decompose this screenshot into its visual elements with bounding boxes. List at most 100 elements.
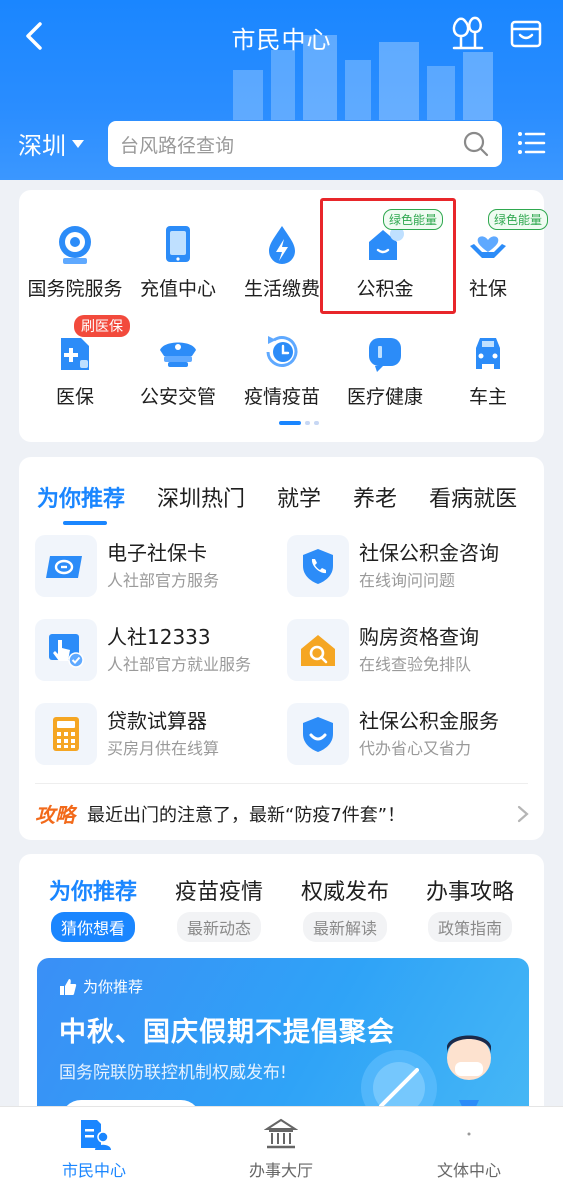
highlight-annotation-box — [320, 198, 456, 314]
car-icon — [476, 338, 500, 369]
banner-tag-text: 为你推荐 — [83, 978, 144, 996]
rec-item-e-social-card[interactable]: 电子社保卡 人社部官方服务 — [35, 535, 285, 603]
rec-title: 购房资格查询 — [359, 625, 479, 649]
green-tree-icon[interactable] — [448, 14, 488, 54]
news-tab-guide[interactable]: 办事攻略 政策指南 — [405, 874, 535, 942]
news-tab-authority[interactable]: 权威发布 最新解读 — [280, 874, 410, 942]
swipe-insurance-badge: 刷医保 — [74, 315, 130, 337]
news-tab-subtitle: 政策指南 — [427, 912, 512, 942]
recommend-card: 为你推荐 深圳热门 就学 养老 看病就医 电子社保卡 人社部官方服务 社保公积金… — [19, 457, 544, 840]
rec-title: 人社12333 — [107, 625, 211, 649]
city-selector[interactable]: 深圳 — [18, 126, 84, 161]
house-search-icon — [301, 635, 335, 666]
water-drop-bolt-icon — [269, 226, 295, 264]
rec-subtitle: 人社部官方服务 — [107, 571, 220, 590]
service-label: 公安交管 — [139, 386, 216, 408]
rec-item-fund-service[interactable]: 社保公积金服务 代办省心又省力 — [287, 703, 537, 771]
card-pack-icon[interactable] — [508, 16, 544, 52]
tablet-icon — [166, 226, 190, 262]
rec-item-fund-consult[interactable]: 社保公积金咨询 在线询问问题 — [287, 535, 537, 603]
page-dot-active — [279, 421, 301, 425]
service-label: 国务院服务 — [27, 278, 123, 300]
rec-title: 社保公积金服务 — [359, 709, 499, 733]
rec-subtitle: 人社部官方就业服务 — [107, 655, 252, 674]
rec-item-house-qualification[interactable]: 购房资格查询 在线查验免排队 — [287, 619, 537, 687]
service-item-epidemic-vaccine[interactable]: 疫情疫苗 — [226, 330, 338, 409]
banner-subtitle: 国务院联防联控机制权威发布! — [59, 1063, 287, 1083]
service-label: 充值中心 — [139, 278, 216, 300]
nav-label: 文体中心 — [436, 1161, 501, 1180]
clock-refresh-icon — [266, 336, 298, 367]
news-tab-subtitle: 最新解读 — [302, 912, 387, 942]
recommend-tabs: 为你推荐 深圳热门 就学 养老 看病就医 — [37, 481, 544, 513]
tab-shenzhen-hot[interactable]: 深圳热门 — [157, 481, 245, 513]
rec-item-hrss-12333[interactable]: 人社12333 人社部官方就业服务 — [35, 619, 285, 687]
green-energy-badge: 绿色能量 — [488, 209, 549, 230]
rec-icon-wrap — [35, 535, 97, 597]
search-input[interactable]: 台风路径查询 — [108, 121, 502, 167]
chevron-right-icon — [517, 805, 529, 822]
list-menu-icon[interactable] — [516, 128, 546, 158]
tab-elderly-care[interactable]: 养老 — [353, 481, 397, 513]
news-card: 为你推荐 猜你想看 疫苗疫情 最新动态 权威发布 最新解读 办事攻略 政策指南 … — [19, 854, 544, 1114]
rec-icon-wrap — [35, 619, 97, 681]
news-tab-subtitle: 最新动态 — [176, 912, 261, 942]
page-dot — [305, 421, 310, 425]
nav-citizen-center[interactable]: 市民中心 — [24, 1117, 164, 1181]
police-cap-icon — [160, 342, 196, 367]
rec-subtitle: 在线查验免排队 — [359, 655, 472, 674]
touch-check-icon — [49, 634, 84, 668]
service-item-recharge[interactable]: 充值中心 — [122, 222, 234, 301]
state-council-emblem-icon — [59, 226, 91, 264]
service-item-medical-insurance[interactable]: 医保 — [19, 330, 131, 409]
culture-center-icon — [467, 1132, 471, 1136]
caret-down-icon — [72, 139, 84, 148]
nav-culture-center[interactable]: 文体中心 — [399, 1117, 539, 1181]
rec-subtitle: 在线询问问题 — [359, 571, 456, 590]
page-indicator — [279, 421, 319, 425]
service-item-medical-health[interactable]: 医疗健康 — [329, 330, 441, 409]
service-label: 车主 — [468, 386, 507, 408]
rec-icon-wrap — [287, 535, 349, 597]
citizen-center-icon — [81, 1120, 111, 1150]
shield-phone-icon — [303, 549, 333, 584]
rec-title: 贷款试算器 — [107, 709, 207, 733]
rec-title: 社保公积金咨询 — [359, 541, 499, 565]
shield-smile-icon — [303, 717, 333, 752]
services-grid: 国务院服务 充值中心 生活缴费 公积金 社保 医保 公安交管 疫情疫苗 医疗健康… — [19, 190, 549, 442]
news-tab-vaccine-epidemic[interactable]: 疫苗疫情 最新动态 — [154, 874, 284, 942]
tip-text: 最近出门的注意了，最新“防疫7件套”！ — [87, 804, 406, 826]
service-item-police-traffic[interactable]: 公安交管 — [122, 330, 234, 409]
rec-subtitle: 买房月供在线算 — [107, 739, 220, 758]
active-tab-underline — [63, 521, 107, 525]
government-hall-icon — [264, 1118, 298, 1149]
service-label: 医疗健康 — [346, 386, 423, 408]
tab-medical[interactable]: 看病就医 — [429, 481, 517, 513]
news-banner[interactable]: 为你推荐 中秋、国庆假期不提倡聚会 国务院联防联控机制权威发布! — [37, 958, 529, 1114]
tip-banner[interactable]: 攻略 最近出门的注意了，最新“防疫7件套”！ — [35, 799, 530, 828]
bottom-navigation: 市民中心 办事大厅 文体中心 — [0, 1106, 563, 1186]
news-tab-title: 为你推荐 — [48, 880, 137, 905]
news-tab-title: 办事攻略 — [425, 880, 514, 905]
rec-icon-wrap — [287, 619, 349, 681]
service-item-car-owner[interactable]: 车主 — [432, 330, 544, 409]
tab-recommended[interactable]: 为你推荐 — [37, 481, 125, 513]
header-bar: 市民中心 深圳 台风路径查询 — [0, 0, 563, 180]
tip-tag: 攻略 — [35, 803, 75, 827]
social-security-card-icon — [46, 556, 82, 578]
rec-icon-wrap — [287, 703, 349, 765]
search-placeholder: 台风路径查询 — [120, 134, 235, 157]
calculator-icon — [53, 717, 79, 751]
service-item-state-council[interactable]: 国务院服务 — [19, 222, 131, 301]
service-label: 疫情疫苗 — [243, 386, 320, 408]
service-label: 医保 — [55, 386, 94, 408]
tab-schooling[interactable]: 就学 — [277, 481, 321, 513]
rec-subtitle: 代办省心又省力 — [359, 739, 472, 758]
nav-government-hall[interactable]: 办事大厅 — [211, 1117, 351, 1181]
thumbs-up-icon — [60, 978, 77, 995]
news-tab-title: 疫苗疫情 — [174, 880, 263, 905]
nav-label: 市民中心 — [61, 1161, 126, 1180]
news-tab-recommended[interactable]: 为你推荐 猜你想看 — [28, 874, 158, 942]
divider — [35, 783, 528, 784]
rec-item-loan-calculator[interactable]: 贷款试算器 买房月供在线算 — [35, 703, 285, 771]
